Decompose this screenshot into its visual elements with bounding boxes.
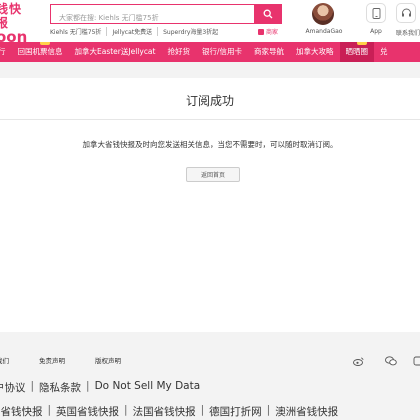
subscription-card: 订阅成功 加拿大省钱快报及时向您发送相关信息，当您不需要时，可以随时取消订阅。 … [0, 78, 420, 332]
merchant-label: 商家 [266, 29, 279, 36]
share-button[interactable] [412, 356, 420, 366]
legal-link-terms[interactable]: 户协议 [0, 380, 26, 395]
footer-link-disclaimer[interactable]: 免责声明 [39, 355, 65, 365]
site-link-de[interactable]: 德国打折网 [209, 404, 262, 419]
page-title: 订阅成功 [185, 94, 234, 108]
divider [0, 119, 420, 120]
store-icon [258, 28, 264, 35]
merchant-link[interactable]: 商家 [258, 27, 278, 36]
footer-link-about[interactable]: 我们 [0, 355, 9, 365]
site-link-us[interactable]: 美省钱快报 [0, 404, 43, 419]
app-label: App [370, 28, 382, 35]
footer-link-copyright[interactable]: 版权声明 [95, 355, 121, 365]
weibo-icon [352, 357, 363, 366]
legal-link-privacy[interactable]: 隐私条款 [39, 380, 81, 395]
page: 钱快报 oon Kiehls 无门槛75折 Jellycat免费送 Superd… [0, 0, 420, 420]
app-button[interactable] [366, 3, 386, 23]
nav-item-guides[interactable]: 加拿大攻略 [290, 42, 340, 62]
site-link-au[interactable]: 澳洲省钱快报 [275, 404, 338, 419]
site-link-uk[interactable]: 英国省钱快报 [56, 404, 119, 419]
footer-links: 我们 免责声明 版权声明 [0, 355, 151, 365]
separator: | [86, 380, 90, 392]
contact-button[interactable] [396, 3, 416, 23]
logo-line1: 钱快报 [0, 2, 23, 30]
separator: | [124, 404, 128, 416]
search-input[interactable] [51, 9, 251, 27]
separator: | [266, 404, 271, 416]
nav-item-easter[interactable]: 加拿大Easter送Jellycat [69, 42, 162, 62]
separator: | [30, 380, 35, 392]
weibo-button[interactable] [352, 356, 364, 366]
legal-links: 户协议 | 隐私条款 | Do Not Sell My Data [0, 380, 200, 395]
sister-sites: 美省钱快报 | 英国省钱快报 | 法国省钱快报 | 德国打折网 | 澳洲省钱快报 [0, 404, 338, 419]
legal-link-do-not-sell[interactable]: Do Not Sell My Data [95, 380, 201, 395]
site-link-fr[interactable]: 法国省钱快报 [133, 404, 196, 419]
nav-item-banks[interactable]: 银行/信用卡 [196, 42, 248, 62]
back-home-button[interactable]: 返回首页 [186, 167, 240, 182]
avatar[interactable] [312, 3, 334, 25]
logo[interactable]: 钱快报 oon [0, 2, 30, 45]
new-badge [356, 42, 367, 45]
nav-item-flights[interactable]: 回国机票信息 [12, 42, 69, 62]
search-bar [50, 4, 282, 27]
nav-label: 晒晒圈 [345, 47, 369, 56]
headset-icon [401, 8, 411, 17]
hotword-link[interactable]: Superdry海量3折起 [157, 27, 223, 36]
hot-searches: Kiehls 无门槛75折 Jellycat免费送 Superdry海量3折起 [50, 27, 223, 36]
contact-label: 联系我们 [396, 30, 420, 37]
nav-item-share[interactable]: 晒晒圈 [339, 42, 375, 62]
hotword-link[interactable]: Jellycat免费送 [106, 27, 157, 36]
nav-item-merchants[interactable]: 商家导航 [248, 42, 290, 62]
nav-item-deals[interactable]: 抢好货 [161, 42, 196, 62]
hotword-link[interactable]: Kiehls 无门槛75折 [50, 27, 106, 36]
wechat-button[interactable] [385, 356, 397, 366]
success-message: 加拿大省钱快报及时向您发送相关信息，当您不需要时，可以随时取消订阅。 [82, 140, 338, 149]
nav-label: 回国机票信息 [17, 47, 63, 56]
nav-item[interactable]: 行 [0, 42, 12, 62]
username[interactable]: AmandaGao [300, 28, 348, 35]
main-nav: 行 回国机票信息 加拿大Easter送Jellycat 抢好货 银行/信用卡 商… [0, 42, 420, 62]
header: 钱快报 oon Kiehls 无门槛75折 Jellycat免费送 Superd… [0, 0, 420, 45]
separator: | [200, 404, 205, 416]
share-icon [413, 356, 420, 366]
new-badge [40, 42, 50, 45]
search-button[interactable] [254, 4, 282, 24]
search-icon [263, 9, 273, 19]
separator: | [47, 404, 52, 416]
phone-icon [372, 7, 380, 19]
wechat-icon [385, 356, 397, 366]
nav-item-redeem[interactable]: 兑 [374, 42, 394, 62]
